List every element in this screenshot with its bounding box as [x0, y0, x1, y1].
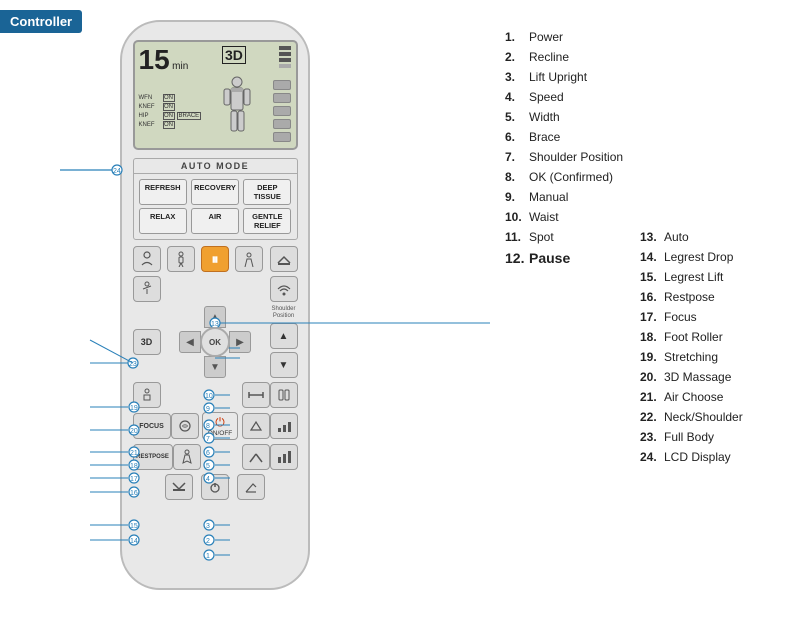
item-label-7: Shoulder Position [529, 150, 623, 164]
remote-control: 15 min 3D WFN ON [100, 10, 330, 610]
item-num-23: 23. [640, 430, 660, 444]
shoulder-down-button[interactable]: ▼ [270, 352, 298, 378]
item-label-22: Neck/Shoulder [664, 410, 743, 424]
focus-button[interactable]: FOCUS [133, 413, 171, 439]
item-label-12: Pause [529, 250, 570, 266]
strength-button[interactable] [270, 413, 298, 439]
item-num-11: 11. [505, 230, 525, 244]
item-label-20: 3D Massage [664, 370, 731, 384]
item-num-1: 1. [505, 30, 525, 44]
item-label-18: Foot Roller [664, 330, 723, 344]
recovery-button[interactable]: RECOVERY [191, 179, 239, 205]
lcd-display: 15 min 3D WFN ON [133, 40, 298, 150]
manual-button[interactable] [270, 444, 298, 470]
item-num-22: 22. [640, 410, 660, 424]
item-label-15: Legrest Lift [664, 270, 723, 284]
restpose-button[interactable]: RESTPOSE [133, 444, 173, 470]
item-num-24: 24. [640, 450, 660, 464]
neck-shoulder-button[interactable] [133, 246, 161, 272]
lcd-3d-label: 3D [222, 46, 246, 64]
list-column-left: 1. Power 2. Recline 3. Lift Upright 4. Speed… [505, 30, 665, 470]
full-body-button[interactable] [167, 246, 195, 272]
item-num-4: 4. [505, 90, 525, 104]
foot-roller-button[interactable] [171, 413, 199, 439]
power-button[interactable] [201, 474, 229, 500]
item-num-19: 19. [640, 350, 660, 364]
item-label-19: Stretching [664, 350, 718, 364]
item-num-17: 17. [640, 310, 660, 324]
item-num-12: 12. [505, 250, 525, 266]
item-label-8: OK (Confirmed) [529, 170, 613, 184]
item-label-1: Power [529, 30, 563, 44]
lcd-number: 15 [139, 44, 170, 75]
refresh-button[interactable]: REFRESH [139, 179, 187, 205]
air-choose-button[interactable] [133, 382, 161, 408]
item-num-18: 18. [640, 330, 660, 344]
lcd-human-figure [212, 76, 262, 146]
item-label-13: Auto [664, 230, 689, 244]
item-num-15: 15. [640, 270, 660, 284]
item-num-3: 3. [505, 70, 525, 84]
legrest-drop-button[interactable] [165, 474, 193, 500]
lift-upright-button[interactable] [237, 474, 265, 500]
ok-button[interactable]: OK [200, 327, 230, 357]
item-label-5: Width [529, 110, 560, 124]
item-label-17: Focus [664, 310, 697, 324]
item-label-21: Air Choose [664, 390, 723, 404]
wifi-button[interactable] [270, 276, 298, 302]
item-num-2: 2. [505, 50, 525, 64]
item-num-13: 13. [640, 230, 660, 244]
stretching-button[interactable] [133, 276, 161, 302]
shoulder-up-button[interactable]: ▲ [270, 323, 298, 349]
item-label-11: Spot [529, 230, 554, 244]
item-num-9: 9. [505, 190, 525, 204]
item-label-9: Manual [529, 190, 568, 204]
deep-tissue-button[interactable]: DEEP TISSUE [243, 179, 291, 205]
controls-area: ⏸ [133, 246, 298, 500]
item-label-2: Recline [529, 50, 569, 64]
air-button[interactable]: AIR [191, 208, 239, 234]
brace-button[interactable] [270, 382, 298, 408]
item-label-3: Lift Upright [529, 70, 587, 84]
item-num-10: 10. [505, 210, 525, 224]
relax-button[interactable]: RELAX [139, 208, 187, 234]
button-r1[interactable] [235, 246, 263, 272]
item-num-20: 20. [640, 370, 660, 384]
item-label-10: Waist [529, 210, 559, 224]
width-button[interactable] [242, 382, 270, 408]
dpad-down[interactable]: ▼ [204, 356, 226, 378]
item-num-8: 8. [505, 170, 525, 184]
item-label-24: LCD Display [664, 450, 731, 464]
legrest-lift-button[interactable] [270, 246, 298, 272]
item-label-6: Brace [529, 130, 560, 144]
item-num-14: 14. [640, 250, 660, 264]
speed-button[interactable] [242, 413, 270, 439]
pause-button[interactable]: ⏸ [201, 246, 229, 272]
controller-label: Controller [0, 10, 82, 33]
item-label-23: Full Body [664, 430, 714, 444]
numbered-list: 1. Power 2. Recline 3. Lift Upright 4. Speed… [505, 30, 790, 470]
item-label-4: Speed [529, 90, 564, 104]
dpad-up[interactable]: ▲ [204, 306, 226, 328]
item-num-21: 21. [640, 390, 660, 404]
item-num-5: 5. [505, 110, 525, 124]
remote-body: 15 min 3D WFN ON [120, 20, 310, 590]
lcd-min: min [172, 61, 188, 72]
item-label-14: Legrest Drop [664, 250, 733, 264]
lcd-settings: WFN ON KNEF ON HIP ON BRACE [139, 94, 202, 129]
item-num-7: 7. [505, 150, 525, 164]
lift-recline-button[interactable] [242, 444, 270, 470]
dpad: ▲ ◀ OK ▶ ▼ [179, 306, 251, 378]
dpad-left[interactable]: ◀ [179, 331, 201, 353]
item-label-16: Restpose [664, 290, 715, 304]
item-num-16: 16. [640, 290, 660, 304]
3d-massage-button[interactable]: 3D [133, 329, 161, 355]
recline-button[interactable] [173, 444, 201, 470]
gentle-relief-button[interactable]: GENTLE RELIEF [243, 208, 291, 234]
item-num-6: 6. [505, 130, 525, 144]
auto-mode-label: AUTO MODE [133, 158, 298, 173]
onoff-button[interactable]: ⏻ ON/OFF [202, 412, 238, 440]
dpad-right[interactable]: ▶ [229, 331, 251, 353]
